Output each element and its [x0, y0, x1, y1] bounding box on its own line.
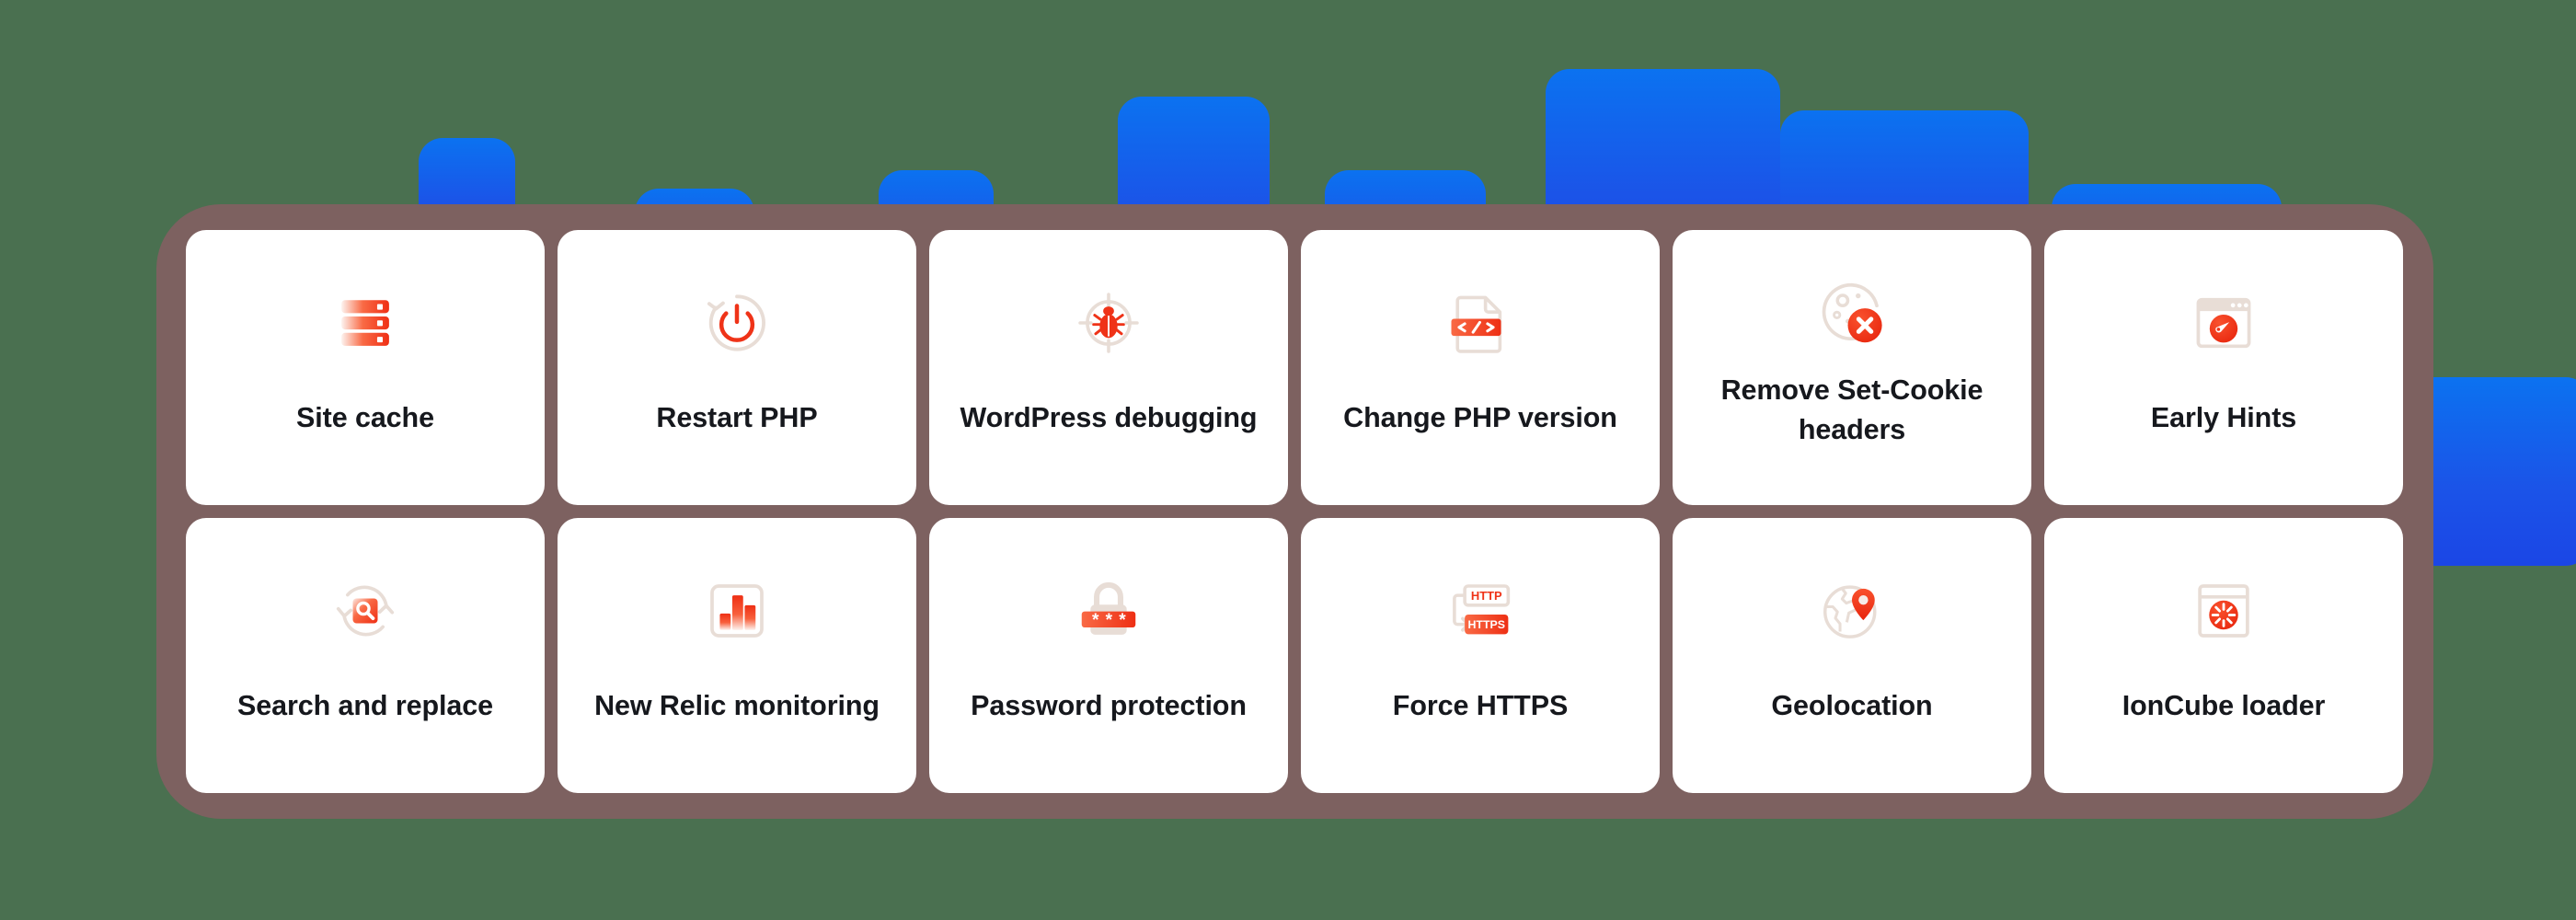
feature-card[interactable]: Search and replace — [186, 518, 545, 793]
bar-chart-icon — [704, 578, 770, 644]
feature-card-label: Early Hints — [2150, 402, 2297, 434]
feature-card[interactable]: HTTP HTTPS Force HTTPS — [1301, 518, 1660, 793]
svg-text:HTTPS: HTTPS — [1467, 619, 1505, 632]
feature-card[interactable]: IonCube loader — [2044, 518, 2403, 793]
feature-card-label: Restart PHP — [656, 402, 818, 434]
feature-card-label: Force HTTPS — [1392, 690, 1569, 722]
feature-card[interactable]: Early Hints — [2044, 230, 2403, 505]
feature-card-label: Change PHP version — [1343, 402, 1617, 434]
feature-card[interactable]: Restart PHP — [558, 230, 916, 505]
feature-card[interactable]: WordPress debugging — [929, 230, 1288, 505]
http-to-https-icon: HTTP HTTPS — [1447, 578, 1513, 644]
feature-card-label: Password protection — [971, 690, 1247, 722]
bug-target-icon — [1075, 290, 1142, 356]
code-file-icon — [1447, 290, 1513, 356]
feature-card[interactable]: Geolocation — [1673, 518, 2031, 793]
padlock-asterisks-icon: * * * — [1075, 578, 1142, 644]
feature-card[interactable]: Change PHP version — [1301, 230, 1660, 505]
feature-card[interactable]: * * * Password protection — [929, 518, 1288, 793]
feature-card-label: WordPress debugging — [960, 402, 1258, 434]
svg-text:*: * — [1092, 611, 1099, 630]
feature-card-label: New Relic monitoring — [594, 690, 880, 722]
browser-spinner-icon — [2191, 578, 2257, 644]
feature-card-label: Search and replace — [237, 690, 493, 722]
feature-card[interactable]: Site cache — [186, 230, 545, 505]
feature-card-label: Site cache — [296, 402, 434, 434]
feature-card-label: Geolocation — [1771, 690, 1933, 722]
feature-card-grid: Site cache Restart PHP WordPress debuggi… — [186, 230, 2403, 793]
feature-card-label: IonCube loader — [2122, 690, 2326, 722]
feature-card[interactable]: Remove Set-Cookie headers — [1673, 230, 2031, 505]
cookie-remove-icon — [1819, 279, 1885, 345]
server-stack-icon — [332, 290, 398, 356]
svg-text:*: * — [1106, 611, 1113, 630]
browser-gauge-icon — [2191, 290, 2257, 356]
feature-card[interactable]: New Relic monitoring — [558, 518, 916, 793]
svg-text:HTTP: HTTP — [1471, 590, 1502, 604]
feature-card-label: Remove Set-Cookie headers — [1720, 374, 1984, 445]
svg-text:*: * — [1119, 611, 1126, 630]
search-replace-icon — [332, 578, 398, 644]
power-refresh-icon — [704, 290, 770, 356]
globe-pin-icon — [1819, 578, 1885, 644]
